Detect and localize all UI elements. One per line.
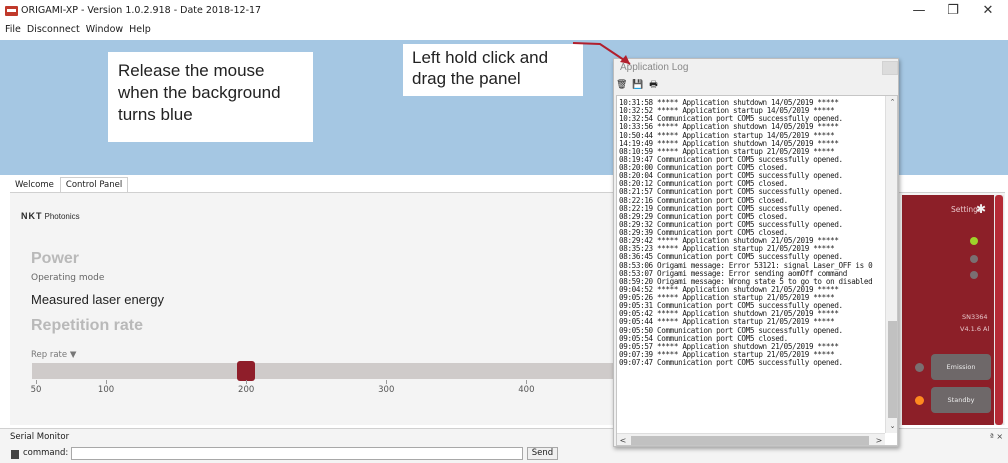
slider-tick-label: 50 (30, 385, 42, 395)
title-bar: ORIGAMI-XP - Version 1.0.2.918 - Date 20… (0, 0, 1008, 22)
scroll-right-icon[interactable]: > (873, 434, 885, 445)
status-led-2 (970, 255, 978, 263)
menu-help[interactable]: Help (129, 24, 151, 35)
command-input[interactable] (71, 447, 523, 460)
trash-icon[interactable] (11, 450, 19, 459)
device-panel: Settings ✱ SN3364 V4.1.6 Al Emission Sta… (902, 195, 994, 425)
slider-tick (526, 380, 528, 384)
standby-button[interactable]: Standby (931, 387, 991, 413)
status-led-3 (970, 271, 978, 279)
tab-control-panel[interactable]: Control Panel (59, 177, 129, 192)
logo-sub: Photonics (44, 212, 80, 221)
tab-welcome[interactable]: Welcome (10, 178, 59, 193)
log-vertical-scrollbar[interactable]: ⌃ ⌄ (885, 96, 897, 433)
minimize-button[interactable]: — (906, 3, 932, 19)
slider-tick (106, 380, 108, 384)
drop-instruction-note: Release the mouse when the background tu… (108, 52, 313, 142)
maximize-icon[interactable] (882, 61, 898, 75)
power-heading: Power (31, 250, 80, 267)
emission-button[interactable]: Emission (931, 354, 991, 380)
application-log-window[interactable]: Application Log 🗑 💾 🖶 10:31:58 ***** App… (613, 58, 899, 447)
menu-window[interactable]: Window (86, 24, 123, 35)
device-panel-scrollbar[interactable] (994, 195, 1004, 425)
serial-monitor-close[interactable]: ª × (990, 432, 1003, 441)
rep-rate-slider-track[interactable] (32, 363, 617, 379)
scroll-down-icon[interactable]: ⌄ (886, 420, 897, 432)
slider-tick-label: 100 (97, 385, 115, 395)
maximize-button[interactable]: ❐ (940, 3, 966, 19)
save-icon[interactable]: 💾 (632, 80, 643, 91)
slider-tick (246, 380, 248, 384)
slider-tick (36, 380, 37, 384)
log-text-area[interactable]: 10:31:58 ***** Application shutdown 14/0… (616, 95, 898, 446)
slider-tick-label: 200 (238, 385, 255, 395)
print-icon[interactable]: 🖶 (648, 80, 659, 91)
log-scroll-thumb[interactable] (888, 321, 897, 418)
serial-number: SN3364 (962, 313, 988, 321)
trash-icon[interactable]: 🗑 (616, 80, 627, 91)
drag-instruction-note: Left hold click and drag the panel (403, 44, 583, 96)
slider-tick-label: 300 (378, 385, 395, 395)
application-log-title[interactable]: Application Log (620, 62, 688, 73)
status-led-1 (970, 237, 978, 245)
scroll-up-icon[interactable]: ⌃ (886, 96, 897, 108)
menu-bar: File Disconnect Window Help (0, 24, 152, 38)
operating-mode-label: Operating mode (31, 273, 105, 283)
send-button[interactable]: Send (527, 447, 558, 460)
repetition-rate-heading: Repetition rate (31, 317, 144, 334)
close-button[interactable]: ✕ (975, 3, 1001, 19)
slider-tick (386, 380, 388, 384)
tab-bar: Welcome Control Panel (10, 177, 129, 192)
menu-file[interactable]: File (5, 24, 21, 35)
window-title: ORIGAMI-XP - Version 1.0.2.918 - Date 20… (21, 5, 262, 16)
log-lines: 10:31:58 ***** Application shutdown 14/0… (619, 98, 883, 367)
emission-led (915, 363, 924, 372)
rep-rate-dropdown[interactable]: Rep rate ▼ (31, 350, 76, 360)
log-hscroll-thumb[interactable] (631, 436, 869, 445)
command-label: command: (23, 448, 69, 458)
menu-disconnect[interactable]: Disconnect (27, 24, 80, 35)
nkt-logo: NKT Photonics (21, 211, 80, 221)
scroll-left-icon[interactable]: < (617, 434, 629, 445)
logo-text: NKT (21, 211, 43, 221)
serial-monitor-title: Serial Monitor (10, 432, 70, 442)
gear-icon[interactable]: ✱ (976, 203, 988, 215)
measured-energy-label: Measured laser energy (31, 292, 164, 307)
rep-rate-slider-thumb[interactable] (237, 361, 256, 381)
app-icon (5, 6, 18, 16)
firmware-version: V4.1.6 Al (960, 325, 990, 333)
slider-tick-label: 400 (518, 385, 535, 395)
log-line: 09:07:47 Communication port COM5 success… (619, 358, 843, 367)
standby-led (915, 396, 924, 405)
log-horizontal-scrollbar[interactable]: < > (617, 433, 885, 445)
